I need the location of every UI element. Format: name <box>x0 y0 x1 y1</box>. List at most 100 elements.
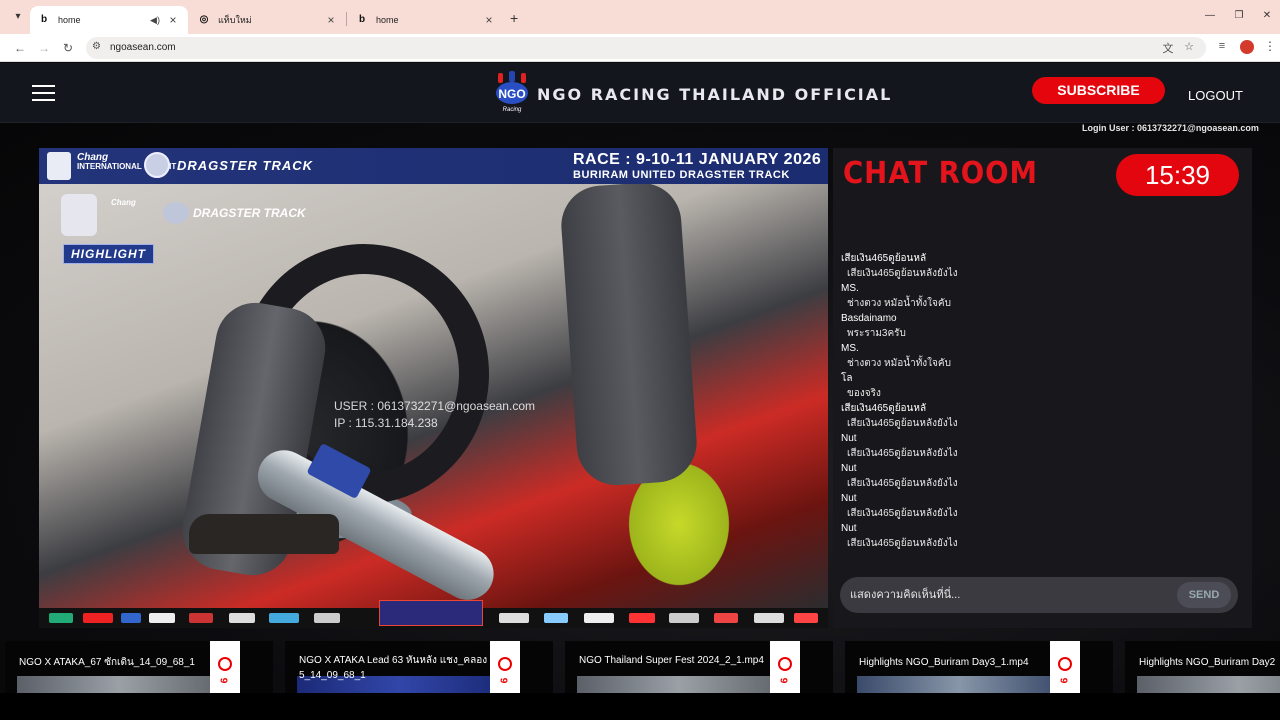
circuit-overlay-logo: Chang <box>111 198 136 207</box>
send-button[interactable]: SEND <box>1177 582 1231 608</box>
browser-menu-icon[interactable]: ⋮ <box>1264 39 1276 53</box>
chat-input-box: SEND <box>840 577 1238 613</box>
site-favicon-icon: b <box>358 14 366 25</box>
tab-title: แท็บใหม่ <box>218 15 252 25</box>
login-user-label: Login User : 0613732271@ngoasean.com <box>1082 123 1259 133</box>
chat-username: เสียเงิน465ดูย้อนหลั <box>841 253 927 264</box>
bookmark-star-icon[interactable]: ☆ <box>1182 40 1196 53</box>
logout-link[interactable]: LOGOUT <box>1188 88 1243 103</box>
sponsor-logo <box>754 613 784 623</box>
tab-search-icon[interactable]: ▾ <box>10 9 26 25</box>
playlist-clock-strip: 9 <box>490 641 520 693</box>
hamburger-menu-icon[interactable] <box>32 85 55 102</box>
chat-text: ช่างตวง หมัอน้ำทั้งใจคับ <box>847 298 951 309</box>
chat-message: Basdainamo พระราม3ครับ <box>841 311 1241 341</box>
clock-number: 9 <box>497 677 509 684</box>
subscribe-button[interactable]: SUBSCRIBE <box>1032 77 1165 104</box>
chat-username: Nut <box>841 493 857 504</box>
video-frame: Chang DRAGSTER TRACK HIGHLIGHT USER : 06… <box>39 180 828 610</box>
browser-tab-home[interactable]: b home ◀) × <box>30 6 188 34</box>
address-bar-row: ← → ↻ ⚙ ngoasean.com 文 ☆ ≡ ⋮ <box>0 34 1280 62</box>
back-icon[interactable]: ← <box>12 40 28 56</box>
playlist-thumbnail <box>1137 676 1280 693</box>
chat-message: Nut เสียเงิน465ดูย้อนหลังยังไง <box>841 521 1241 551</box>
browser-tab-strip: ▾ b home ◀) × ◎ แท็บใหม่ × b home × + — … <box>0 0 1280 34</box>
chat-text: เสียเงิน465ดูย้อนหลังยังไง <box>847 508 958 519</box>
sponsor-logo <box>189 613 213 623</box>
clock-icon <box>498 657 512 671</box>
ngo-logo[interactable]: NGO Racing <box>494 71 530 117</box>
playlist-clock-strip: 9 <box>1050 641 1080 693</box>
playlist-title: Highlights NGO_Buriram Day2 <box>1139 657 1276 668</box>
site-info-icon[interactable]: ⚙ <box>92 41 101 52</box>
clock-number: 9 <box>217 677 229 684</box>
chat-room: CHAT ROOM 15:39 เสียเงิน465ดูย้อนหลั เสีย… <box>833 148 1252 628</box>
clock-number: 9 <box>1057 677 1069 684</box>
sponsor-logo <box>794 613 818 623</box>
close-tab-icon[interactable]: × <box>166 13 180 27</box>
website: NGO Racing NGO RACING THAILAND OFFICIAL … <box>0 63 1280 720</box>
window-close-icon[interactable]: ✕ <box>1260 10 1274 21</box>
browser-tab-home-2[interactable]: b home × <box>348 6 504 34</box>
omnibox[interactable]: ⚙ ngoasean.com <box>86 37 1206 59</box>
restore-icon[interactable]: ❐ <box>1232 10 1246 21</box>
chat-message: MS. ช่างตวง หมัอน้ำทั้งใจคับ <box>841 341 1241 371</box>
chat-username: โล <box>841 373 853 384</box>
clock-icon <box>778 657 792 671</box>
race-venue-subtitle: BURIRAM UNITED DRAGSTER TRACK <box>573 169 790 181</box>
sponsor-logo <box>49 613 73 623</box>
chat-message: Nut เสียเงิน465ดูย้อนหลังยังไง <box>841 461 1241 491</box>
chat-text: เสียเงิน465ดูย้อนหลังยังไง <box>847 268 958 279</box>
ataka-sponsor-banner <box>379 600 483 626</box>
translate-icon[interactable]: 文 <box>1161 40 1175 56</box>
svg-text:Racing: Racing <box>503 107 522 113</box>
chat-text: เสียเงิน465ดูย้อนหลังยังไง <box>847 538 958 549</box>
highlight-badge: HIGHLIGHT <box>63 244 154 264</box>
sponsor-logo <box>714 613 738 623</box>
close-tab-icon[interactable]: × <box>482 13 496 27</box>
watermark-ip: IP : 115.31.184.238 <box>334 416 438 430</box>
site-title: NGO RACING THAILAND OFFICIAL <box>537 85 893 104</box>
chang-circuit-logo <box>47 152 71 180</box>
chat-message: เสียเงิน465ดูย้อนหลัเสียเงิน465ดูย้อนหลั… <box>841 251 1241 281</box>
media-queue-icon[interactable]: ≡ <box>1215 40 1229 52</box>
chat-username: Nut <box>841 463 857 474</box>
race-banner: Chang INTERNATIONAL CIRCUIT DRAGSTER TRA… <box>39 148 828 184</box>
reload-icon[interactable]: ↻ <box>60 40 76 56</box>
sponsor-logo <box>149 613 175 623</box>
playlist-thumbnail <box>17 676 221 693</box>
close-tab-icon[interactable]: × <box>324 13 338 27</box>
site-header: NGO Racing NGO RACING THAILAND OFFICIAL … <box>0 63 1280 123</box>
playlist-clock-strip: 9 <box>770 641 800 693</box>
tab-divider <box>346 12 347 26</box>
playlist-title: NGO Thailand Super Fest 2024_2_1.mp4 <box>579 655 764 666</box>
audio-playing-icon[interactable]: ◀) <box>148 15 162 26</box>
minimize-icon[interactable]: — <box>1203 10 1217 21</box>
url-text[interactable]: ngoasean.com <box>110 42 176 53</box>
playlist-title: NGO X ATAKA_67 ซักเดิน_14_09_68_1 <box>19 657 195 668</box>
chat-message: Nut เสียเงิน465ดูย้อนหลังยังไง <box>841 431 1241 461</box>
clock-number: 9 <box>777 677 789 684</box>
new-tab-button[interactable]: + <box>510 10 518 26</box>
ngo-overlay-logo <box>61 194 97 236</box>
dragster-track-logo: DRAGSTER TRACK <box>177 158 314 173</box>
chat-text: ช่างตวง หมัอน้ำทั้งใจคับ <box>847 358 951 369</box>
sponsor-logo <box>584 613 614 623</box>
profile-avatar[interactable] <box>1240 40 1254 54</box>
playlist-title: NGO X ATAKA Lead 63 หันหลัง แชง_คลอง 5_1… <box>299 655 488 681</box>
chat-text: เสียเงิน465ดูย้อนหลังยังไง <box>847 448 958 459</box>
page-bottom-band <box>0 693 1280 720</box>
browser-tab-new[interactable]: ◎ แท็บใหม่ × <box>190 6 346 34</box>
track-overlay-logo: DRAGSTER TRACK <box>193 206 306 220</box>
forward-icon[interactable]: → <box>36 40 52 56</box>
sponsor-logo <box>544 613 568 623</box>
chat-username: Basdainamo <box>841 313 897 324</box>
chat-comment-input[interactable] <box>850 577 1170 613</box>
video-shoe <box>189 514 339 554</box>
video-player[interactable]: Chang DRAGSTER TRACK HIGHLIGHT USER : 06… <box>39 148 828 628</box>
chat-username: Nut <box>841 433 857 444</box>
sponsor-logo <box>669 613 699 623</box>
track-overlay-seal <box>163 202 189 224</box>
chat-text: พระราม3ครับ <box>847 328 906 339</box>
sponsor-logo <box>314 613 340 623</box>
